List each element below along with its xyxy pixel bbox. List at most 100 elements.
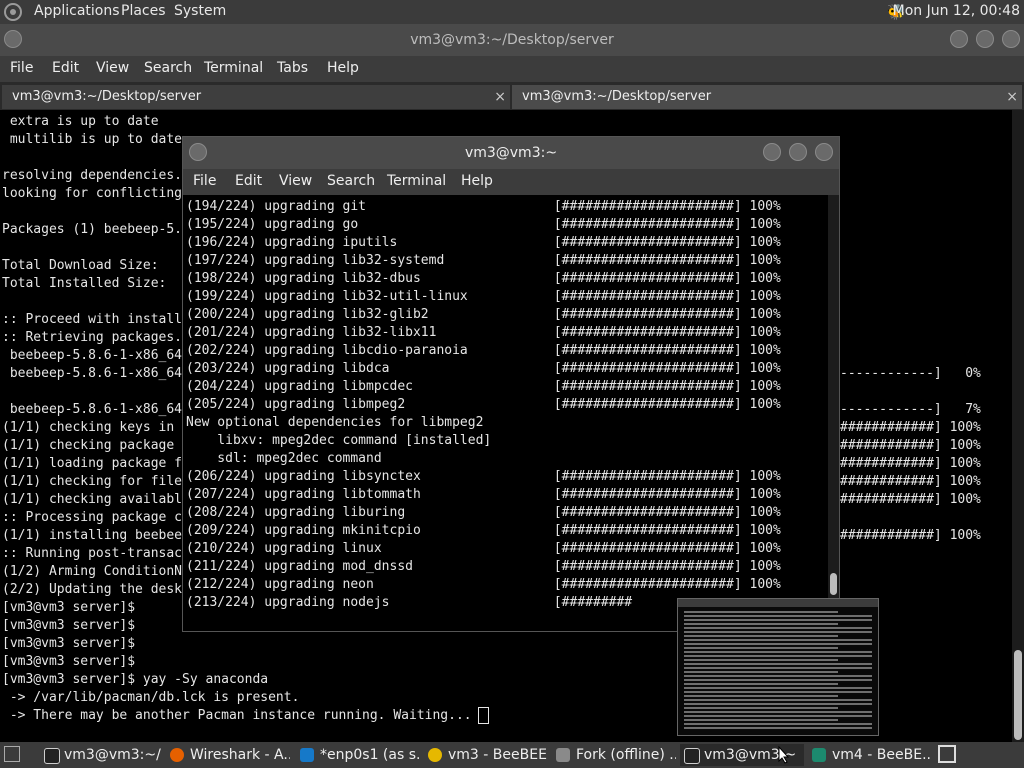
- preview-line: [684, 615, 872, 617]
- menu-help[interactable]: Help: [327, 60, 359, 76]
- preview-line: [684, 699, 872, 701]
- right-terminal-line: [840, 311, 1012, 329]
- overlay-close-button[interactable]: [815, 143, 833, 161]
- tab-1[interactable]: vm3@vm3:~/Desktop/server ×: [2, 85, 510, 109]
- menu-terminal[interactable]: Terminal: [204, 60, 263, 76]
- main-scrollbar[interactable]: [1012, 110, 1024, 742]
- overlay-menu-help[interactable]: Help: [461, 173, 493, 189]
- overlay-terminal-line: (199/224) upgrading lib32-util-linux [##…: [186, 289, 781, 304]
- close-button[interactable]: [1002, 30, 1020, 48]
- tab-2-close-icon[interactable]: ×: [1006, 85, 1018, 109]
- right-terminal-line: [840, 221, 1012, 239]
- overlay-scrollbar[interactable]: [828, 195, 839, 631]
- overlay-terminal-line: (205/224) upgrading libmpeg2 [##########…: [186, 397, 781, 412]
- overlay-menu-view[interactable]: View: [279, 173, 312, 189]
- preview-line: [684, 623, 838, 625]
- task-terminal-desktop[interactable]: vm3@vm3:~/...: [40, 744, 162, 766]
- show-desktop-icon[interactable]: [4, 746, 20, 762]
- overlay-window-title: vm3@vm3:~: [464, 145, 558, 161]
- preview-line: [684, 627, 872, 629]
- left-terminal-line: Total Installed Size:: [2, 276, 167, 291]
- preview-line: [684, 655, 872, 657]
- menu-places[interactable]: Places: [121, 3, 166, 19]
- overlay-terminal-line: (211/224) upgrading mod_dnssd [#########…: [186, 559, 781, 574]
- preview-line: [684, 675, 872, 677]
- tab-2-label: vm3@vm3:~/Desktop/server: [522, 89, 712, 104]
- menu-system[interactable]: System: [174, 3, 226, 19]
- overlay-terminal-line: (201/224) upgrading lib32-libx11 [######…: [186, 325, 781, 340]
- right-terminal-line: ------------] 7%: [840, 402, 981, 417]
- main-scrollbar-thumb[interactable]: [1014, 650, 1022, 740]
- right-terminal-line: ############] 100%: [840, 438, 981, 453]
- menu-edit[interactable]: Edit: [52, 60, 79, 76]
- left-terminal-line: (1/1) installing beebee: [2, 528, 183, 543]
- clock[interactable]: Mon Jun 12, 00:48: [893, 3, 1020, 19]
- right-terminal-line: [840, 185, 1012, 203]
- overlay-terminal-line: libxv: mpeg2dec command [installed]: [186, 433, 492, 448]
- window-menu-icon[interactable]: [4, 30, 22, 48]
- overlay-window-menu-icon[interactable]: [189, 143, 207, 161]
- tab-bar: vm3@vm3:~/Desktop/server × vm3@vm3:~/Des…: [0, 82, 1024, 110]
- window-preview-thumbnail[interactable]: [677, 598, 879, 736]
- terminal-icon: [684, 748, 700, 764]
- wireshark-icon: [300, 748, 314, 762]
- task-beebeep-vm3[interactable]: vm3 - BeeBEEP: [424, 744, 548, 766]
- preview-line: [684, 651, 872, 653]
- preview-line: [684, 687, 872, 689]
- menu-applications[interactable]: Applications: [34, 3, 120, 19]
- tab-2[interactable]: vm3@vm3:~/Desktop/server ×: [512, 85, 1022, 109]
- preview-line: [684, 631, 872, 633]
- overlay-menu-terminal[interactable]: Terminal: [387, 173, 446, 189]
- preview-line: [684, 679, 872, 681]
- tab-1-close-icon[interactable]: ×: [494, 85, 506, 109]
- preview-line: [684, 671, 838, 673]
- left-terminal-line: [vm3@vm3 server]$: [2, 654, 136, 669]
- left-terminal-line: Packages (1) beebeep-5.: [2, 222, 183, 237]
- menu-tabs[interactable]: Tabs: [277, 60, 308, 76]
- overlay-terminal-line: (195/224) upgrading go [################…: [186, 217, 781, 232]
- preview-line: [684, 691, 872, 693]
- overlay-menu-search[interactable]: Search: [327, 173, 375, 189]
- preview-line: [684, 727, 872, 729]
- task-enp0s1[interactable]: *enp0s1 (as s...: [296, 744, 420, 766]
- workspace-switcher-icon[interactable]: [938, 745, 956, 763]
- overlay-terminal-line: (210/224) upgrading linux [#############…: [186, 541, 781, 556]
- firefox-icon: [170, 748, 184, 762]
- main-menubar: File Edit View Search Terminal Tabs Help: [0, 56, 1024, 82]
- right-terminal-line: [840, 203, 1012, 221]
- mate-logo-icon[interactable]: [4, 3, 22, 21]
- menu-search[interactable]: Search: [144, 60, 192, 76]
- task-wireshark[interactable]: Wireshark - A...: [166, 744, 290, 766]
- overlay-terminal-line: (196/224) upgrading iputils [###########…: [186, 235, 781, 250]
- left-terminal-line: :: Retrieving packages.: [2, 330, 183, 345]
- menu-file[interactable]: File: [10, 60, 33, 76]
- menu-view[interactable]: View: [96, 60, 129, 76]
- task-beebeep-vm4[interactable]: vm4 - BeeBE...: [808, 744, 932, 766]
- tab-1-label: vm3@vm3:~/Desktop/server: [12, 89, 202, 104]
- overlay-scrollbar-thumb[interactable]: [830, 573, 837, 595]
- overlay-window-titlebar[interactable]: vm3@vm3:~: [183, 137, 839, 169]
- task-fork[interactable]: Fork (offline) ...: [552, 744, 676, 766]
- terminal-output-left[interactable]: extra is up to date multilib is up to da…: [2, 113, 472, 725]
- overlay-menu-edit[interactable]: Edit: [235, 173, 262, 189]
- right-terminal-line: ############] 100%: [840, 492, 981, 507]
- left-terminal-line: (1/2) Arming ConditionN: [2, 564, 183, 579]
- minimize-button[interactable]: [950, 30, 968, 48]
- maximize-button[interactable]: [976, 30, 994, 48]
- left-terminal-line: [2, 239, 182, 257]
- left-terminal-line: resolving dependencies.: [2, 168, 183, 183]
- left-terminal-line: [vm3@vm3 server]$: [2, 618, 136, 633]
- left-terminal-line: (1/1) checking package: [2, 438, 175, 453]
- left-terminal-line: (1/1) checking keys in: [2, 420, 175, 435]
- left-terminal-line: [vm3@vm3 server]$ yay -Sy anaconda: [2, 672, 269, 687]
- left-terminal-line: [vm3@vm3 server]$: [2, 636, 136, 651]
- overlay-terminal-line: (206/224) upgrading libsynctex [########…: [186, 469, 781, 484]
- overlay-terminal-line: (198/224) upgrading lib32-dbus [########…: [186, 271, 781, 286]
- overlay-menu-file[interactable]: File: [193, 173, 216, 189]
- overlay-minimize-button[interactable]: [763, 143, 781, 161]
- main-window-titlebar[interactable]: vm3@vm3:~/Desktop/server: [0, 24, 1024, 56]
- overlay-terminal-line: (208/224) upgrading liburing [##########…: [186, 505, 781, 520]
- left-terminal-line: [vm3@vm3 server]$: [2, 600, 136, 615]
- overlay-maximize-button[interactable]: [789, 143, 807, 161]
- overlay-terminal-output[interactable]: (194/224) upgrading git [###############…: [186, 198, 828, 612]
